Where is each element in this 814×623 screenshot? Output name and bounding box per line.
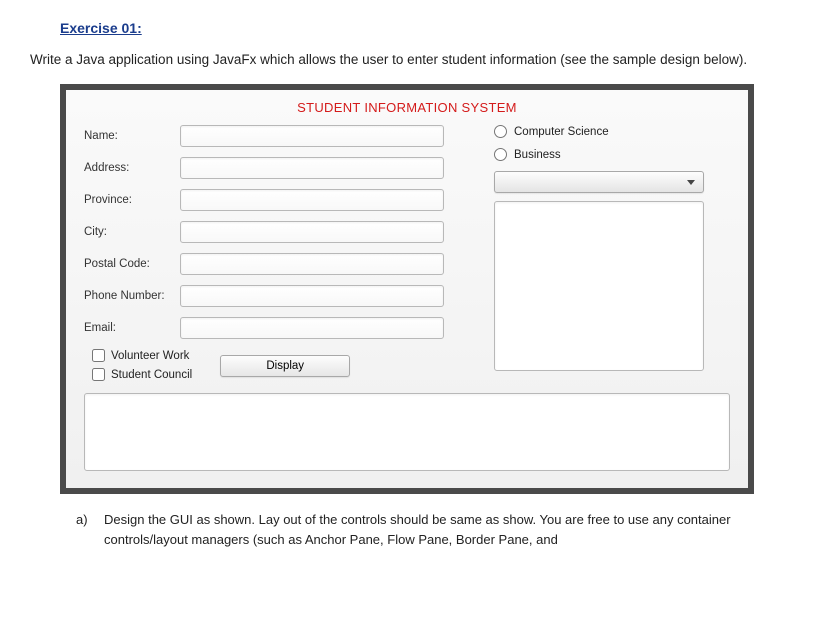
cs-radio[interactable] (494, 125, 507, 138)
left-column: Name: Address: Province: City: Postal Co… (84, 125, 444, 387)
exercise-heading: Exercise 01: (60, 20, 784, 36)
cs-radio-label: Computer Science (514, 126, 609, 138)
app-content: STUDENT INFORMATION SYSTEM Name: Address… (66, 90, 748, 488)
postal-input[interactable] (180, 253, 444, 275)
intro-paragraph: Write a Java application using JavaFx wh… (30, 50, 784, 70)
phone-input[interactable] (180, 285, 444, 307)
address-input[interactable] (180, 157, 444, 179)
volunteer-checkbox[interactable] (92, 349, 105, 362)
city-input[interactable] (180, 221, 444, 243)
app-title: STUDENT INFORMATION SYSTEM (84, 100, 730, 115)
name-input[interactable] (180, 125, 444, 147)
output-textarea[interactable] (84, 393, 730, 471)
phone-label: Phone Number: (84, 290, 180, 302)
course-listbox[interactable] (494, 201, 704, 371)
email-label: Email: (84, 322, 180, 334)
council-label: Student Council (111, 369, 192, 381)
name-label: Name: (84, 130, 180, 142)
email-input[interactable] (180, 317, 444, 339)
postal-label: Postal Code: (84, 258, 180, 270)
course-combobox[interactable] (494, 171, 704, 193)
volunteer-label: Volunteer Work (111, 350, 189, 362)
business-radio-label: Business (514, 149, 561, 161)
city-label: City: (84, 226, 180, 238)
question-text: Design the GUI as shown. Lay out of the … (104, 510, 754, 549)
question-a: a) Design the GUI as shown. Lay out of t… (76, 510, 754, 549)
question-marker: a) (76, 510, 92, 549)
province-input[interactable] (180, 189, 444, 211)
app-window-frame: STUDENT INFORMATION SYSTEM Name: Address… (60, 84, 754, 494)
right-column: Computer Science Business (494, 125, 730, 387)
display-button[interactable]: Display (220, 355, 350, 377)
address-label: Address: (84, 162, 180, 174)
business-radio[interactable] (494, 148, 507, 161)
council-checkbox[interactable] (92, 368, 105, 381)
province-label: Province: (84, 194, 180, 206)
